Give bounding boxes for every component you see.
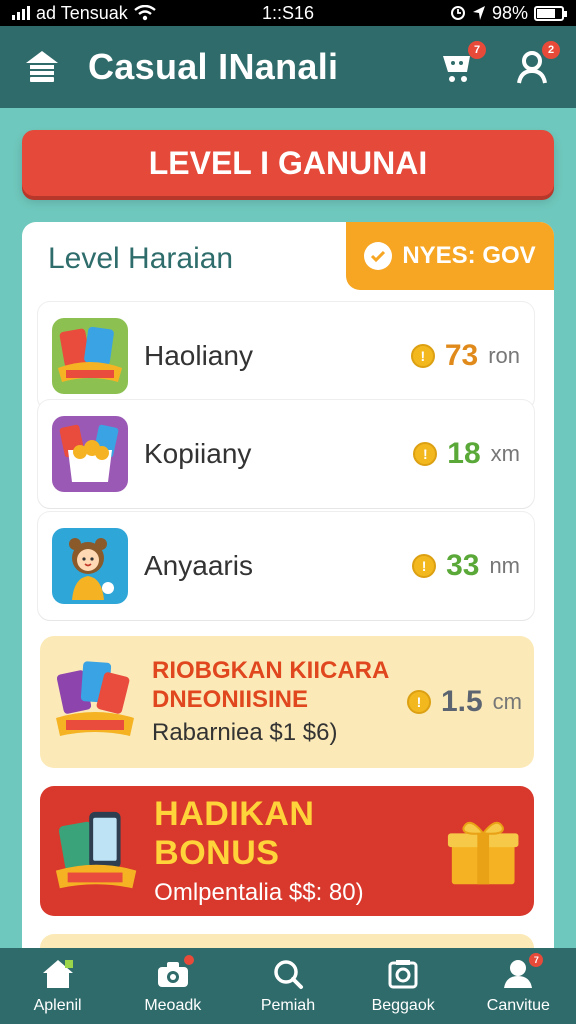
item-unit: nm	[489, 553, 520, 578]
profile-button[interactable]: 2	[510, 41, 560, 89]
battery-percent: 98%	[491, 2, 528, 23]
coin-icon: !	[413, 442, 438, 466]
item-name: Haoliany	[144, 340, 253, 371]
bonus-subtitle: Omlpentalia $$: 80)	[154, 879, 364, 906]
carrier-name: ad Tensuak	[36, 2, 128, 23]
phone-ticket-icon	[55, 811, 137, 889]
character-thumbnail-icon	[52, 528, 128, 604]
cart-button[interactable]: 7	[436, 41, 486, 89]
item-amount: 18	[447, 437, 481, 470]
snack-box-thumbnail-icon	[52, 416, 128, 492]
nav-item-messages[interactable]: Meoadk	[123, 955, 223, 1015]
nav-label: Beggaok	[371, 997, 435, 1014]
coin-icon: !	[406, 690, 431, 714]
list-item[interactable]: Anyaaris ! 33 nm	[38, 512, 534, 620]
cart-badge: 7	[468, 41, 486, 59]
nav-item-profile[interactable]: 7 Canvitue	[468, 953, 568, 1015]
bonus-banner[interactable]: HADIKAN BONUS Omlpentalia $$: 80)	[40, 786, 534, 916]
wifi-icon	[134, 5, 156, 21]
promo-title-line1: RIOBGKAN KIICARA	[152, 657, 390, 685]
promo-subtitle: Rabarniea $1 $6)	[152, 718, 338, 746]
photo-album-icon	[388, 960, 418, 989]
home-button[interactable]	[22, 47, 62, 87]
card-tag-label: NYES: GOV	[402, 242, 536, 269]
nav-label: Aplenil	[33, 997, 82, 1014]
clock: 1::S16	[261, 2, 315, 23]
profile-badge: 2	[542, 41, 560, 59]
search-icon	[274, 960, 303, 989]
nav-badge: 7	[529, 953, 544, 967]
item-unit: ron	[488, 343, 520, 368]
shop-basket-icon	[26, 51, 58, 82]
promo-unit: cm	[492, 689, 522, 714]
item-unit: xm	[490, 441, 520, 466]
list-item[interactable]: Haoliany ! 73 ron	[38, 302, 534, 410]
level-card: Level Haraian NYES: GOV Haoliany ! 73 ro…	[22, 222, 554, 982]
app-header: Casual INanali 7 2	[0, 26, 576, 108]
status-bar: ad Tensuak 1::S16 98%	[0, 0, 576, 26]
nav-label: Canvitue	[486, 997, 550, 1014]
home-icon	[42, 960, 73, 988]
card-tag-button[interactable]: NYES: GOV	[346, 222, 554, 290]
nav-item-search[interactable]: Pemiah	[238, 957, 338, 1015]
coin-icon: !	[412, 554, 437, 578]
item-name: Kopiiany	[144, 438, 252, 469]
nav-label: Pemiah	[260, 997, 316, 1014]
alarm-icon	[450, 6, 465, 20]
signal-icon	[12, 6, 30, 20]
nav-item-bag[interactable]: Beggaok	[353, 957, 453, 1015]
promo-amount: 1.5	[440, 685, 483, 718]
gift-box-icon	[447, 821, 519, 885]
promo-title-line2: DNEONIISINE	[152, 686, 309, 713]
coin-icon: !	[410, 344, 435, 368]
card-title: Level Haraian	[48, 242, 234, 275]
list-item[interactable]: Kopiiany ! 18 xm	[38, 400, 534, 508]
battery-icon	[534, 5, 567, 21]
item-name: Anyaaris	[144, 550, 253, 581]
check-icon	[364, 242, 393, 270]
location-icon	[472, 6, 485, 20]
promo-card[interactable]: RIOBGKAN KIICARA DNEONIISINE Rabarniea $…	[40, 636, 534, 768]
bottom-nav: Aplenil Meoadk Pemiah Beggaok 7 Canvitue	[0, 948, 576, 1024]
nav-dot-badge	[183, 955, 194, 965]
nav-label: Meoadk	[144, 997, 202, 1014]
bonus-title: HADIKAN BONUS	[154, 795, 315, 872]
app-title: Casual INanali	[88, 46, 339, 87]
nav-item-home[interactable]: Aplenil	[8, 957, 108, 1015]
level-banner-button[interactable]: LEVEL I GANUNAI	[22, 130, 554, 196]
tickets-thumbnail-icon	[52, 318, 128, 394]
item-amount: 73	[444, 339, 479, 372]
item-amount: 33	[446, 549, 480, 582]
tickets-bundle-icon	[56, 661, 134, 736]
